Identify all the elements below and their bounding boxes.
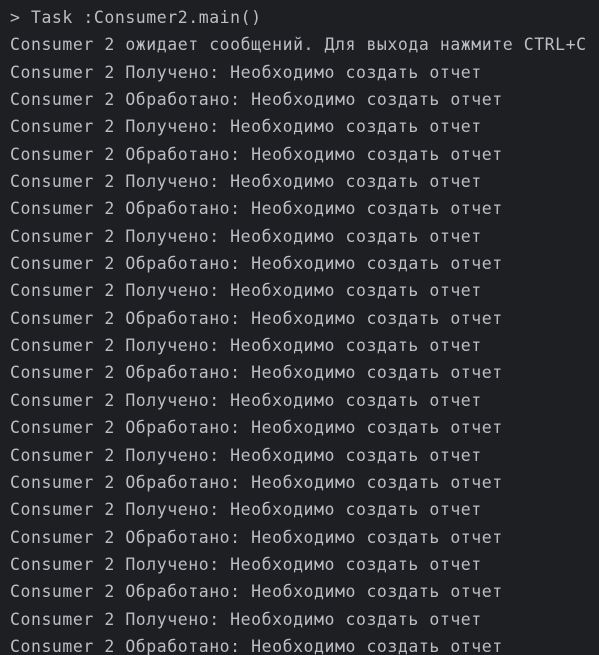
console-log-line: Consumer 2 Обработано: Необходимо создат… bbox=[10, 636, 503, 655]
console-log-line: Consumer 2 Получено: Необходимо создать … bbox=[10, 500, 482, 520]
console-log-line: Consumer 2 Получено: Необходимо создать … bbox=[10, 336, 482, 356]
console-log-line: Consumer 2 Получено: Необходимо создать … bbox=[10, 390, 482, 410]
console-log-line: Consumer 2 Получено: Необходимо создать … bbox=[10, 445, 482, 465]
console-log-line: Consumer 2 Обработано: Необходимо создат… bbox=[10, 472, 503, 492]
console-log-line: Consumer 2 Получено: Необходимо создать … bbox=[10, 609, 482, 629]
console-log-line: Consumer 2 Получено: Необходимо создать … bbox=[10, 226, 482, 246]
console-log-line: Consumer 2 ожидает сообщений. Для выхода… bbox=[10, 35, 587, 55]
console-log-line: Consumer 2 Обработано: Необходимо создат… bbox=[10, 418, 503, 438]
console-log-line: Consumer 2 Обработано: Необходимо создат… bbox=[10, 363, 503, 383]
console-log-line: Consumer 2 Обработано: Необходимо создат… bbox=[10, 90, 503, 110]
console-log-line: Consumer 2 Обработано: Необходимо создат… bbox=[10, 254, 503, 274]
console-log-line: Consumer 2 Получено: Необходимо создать … bbox=[10, 281, 482, 301]
console-log-line: Consumer 2 Обработано: Необходимо создат… bbox=[10, 308, 503, 328]
console-log-line: Consumer 2 Обработано: Необходимо создат… bbox=[10, 144, 503, 164]
console-log-line: Consumer 2 Обработано: Необходимо создат… bbox=[10, 199, 503, 219]
console-log-line: Consumer 2 Получено: Необходимо создать … bbox=[10, 172, 482, 192]
console-task-line: > Task :Consumer2.main() bbox=[10, 8, 262, 27]
console-log-line: Consumer 2 Получено: Необходимо создать … bbox=[10, 117, 482, 137]
console-log-line: Consumer 2 Получено: Необходимо создать … bbox=[10, 62, 482, 82]
console-output-panel[interactable]: > Task :Consumer2.main() Consumer 2 ожида… bbox=[0, 0, 599, 655]
console-log-line: Consumer 2 Обработано: Необходимо создат… bbox=[10, 582, 503, 602]
console-log-line: Consumer 2 Получено: Необходимо создать … bbox=[10, 554, 482, 574]
console-log-line: Consumer 2 Обработано: Необходимо создат… bbox=[10, 527, 503, 547]
